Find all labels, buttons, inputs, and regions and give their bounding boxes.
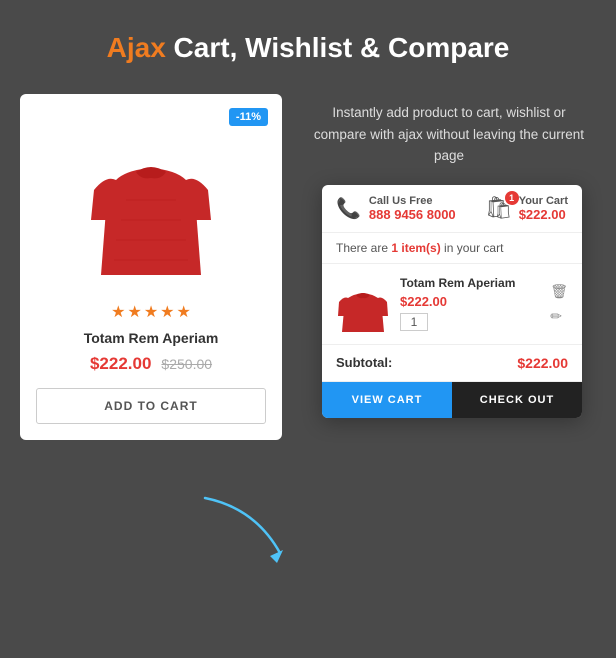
cart-item-name: Totam Rem Aperiam bbox=[400, 276, 540, 290]
delete-icon[interactable]: 🗑 bbox=[550, 283, 568, 300]
cart-label: Your Cart bbox=[519, 195, 568, 207]
product-name: Totam Rem Aperiam bbox=[36, 330, 266, 346]
call-number: 888 9456 8000 bbox=[369, 207, 456, 222]
title-rest: Cart, Wishlist & Compare bbox=[166, 32, 510, 63]
product-image-wrap bbox=[36, 110, 266, 290]
cart-item-row: Totam Rem Aperiam $222.00 1 🗑 ✏ bbox=[322, 264, 582, 345]
arrow-illustration bbox=[195, 488, 295, 568]
cart-popup: 📞 Call Us Free 888 9456 8000 🛍 1 Your Ca… bbox=[322, 185, 582, 418]
cart-icon-wrap: 🛍 1 bbox=[485, 195, 513, 221]
price-row: $222.00 $250.00 bbox=[36, 354, 266, 374]
cart-popup-header: 📞 Call Us Free 888 9456 8000 🛍 1 Your Ca… bbox=[322, 185, 582, 233]
cart-item-price: $222.00 bbox=[400, 294, 540, 309]
page-header: Ajax Cart, Wishlist & Compare bbox=[0, 0, 616, 84]
star-5: ★ bbox=[177, 302, 191, 322]
star-2: ★ bbox=[127, 302, 141, 322]
star-3: ★ bbox=[144, 302, 158, 322]
add-to-cart-button[interactable]: ADD TO CART bbox=[36, 388, 266, 424]
call-label: Call Us Free bbox=[369, 195, 456, 207]
cart-buttons: VIEW CART CHECK OUT bbox=[322, 382, 582, 418]
edit-icon[interactable]: ✏ bbox=[550, 308, 568, 325]
subtotal-label: Subtotal: bbox=[336, 355, 392, 370]
subtotal-row: Subtotal: $222.00 bbox=[322, 345, 582, 382]
star-rating: ★ ★ ★ ★ ★ bbox=[36, 302, 266, 322]
cart-header-section: 🛍 1 Your Cart $222.00 bbox=[485, 195, 568, 222]
cart-badge: 1 bbox=[505, 191, 519, 205]
discount-badge: -11% bbox=[229, 108, 268, 126]
cart-item-actions: 🗑 ✏ bbox=[550, 283, 568, 325]
cart-totals: Your Cart $222.00 bbox=[519, 195, 568, 222]
call-section: 📞 Call Us Free 888 9456 8000 bbox=[336, 195, 456, 222]
product-image bbox=[86, 120, 216, 280]
title-accent: Ajax bbox=[107, 32, 166, 63]
cart-item-details: Totam Rem Aperiam $222.00 1 bbox=[400, 276, 540, 331]
checkout-button[interactable]: CHECK OUT bbox=[452, 382, 582, 418]
product-card: -11% ★ ★ ★ ★ ★ bbox=[20, 94, 282, 440]
star-1: ★ bbox=[111, 302, 125, 322]
items-prefix: There are bbox=[336, 241, 391, 255]
call-info: Call Us Free 888 9456 8000 bbox=[369, 195, 456, 222]
main-content: -11% ★ ★ ★ ★ ★ bbox=[0, 84, 616, 440]
cart-item-image bbox=[336, 274, 390, 334]
cart-total: $222.00 bbox=[519, 207, 568, 222]
cart-item-qty: 1 bbox=[400, 313, 428, 331]
description-text: Instantly add product to cart, wishlist … bbox=[302, 102, 596, 167]
right-panel: Instantly add product to cart, wishlist … bbox=[302, 94, 596, 418]
items-suffix: in your cart bbox=[441, 241, 504, 255]
subtotal-value: $222.00 bbox=[517, 355, 568, 371]
page-title: Ajax Cart, Wishlist & Compare bbox=[20, 32, 596, 64]
items-count: 1 item(s) bbox=[391, 241, 440, 255]
price-old: $250.00 bbox=[161, 356, 212, 372]
view-cart-button[interactable]: VIEW CART bbox=[322, 382, 452, 418]
phone-icon: 📞 bbox=[336, 196, 361, 221]
price-current: $222.00 bbox=[90, 354, 151, 374]
star-4: ★ bbox=[160, 302, 174, 322]
cart-items-line: There are 1 item(s) in your cart bbox=[322, 233, 582, 264]
